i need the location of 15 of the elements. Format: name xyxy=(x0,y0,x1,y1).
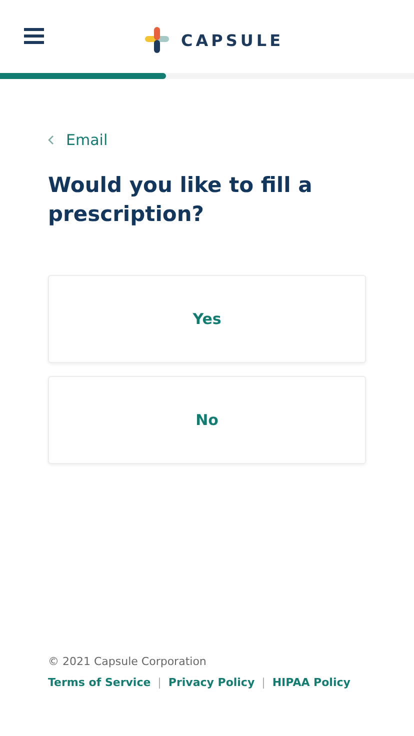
copyright-text: © 2021 Capsule Corporation xyxy=(48,655,208,668)
chevron-left-icon xyxy=(48,135,54,145)
separator: | xyxy=(158,676,162,689)
logo-text: CAPSULE xyxy=(181,30,284,50)
question-heading: Would you like to fill a prescription? xyxy=(48,172,314,228)
menu-icon[interactable] xyxy=(24,28,44,44)
footer-link[interactable]: HIPAA Policy xyxy=(272,676,350,689)
separator: | xyxy=(262,676,266,689)
option-button[interactable]: Yes xyxy=(48,275,366,363)
footer-link[interactable]: Terms of Service xyxy=(48,676,151,689)
footer-link[interactable]: Privacy Policy xyxy=(168,676,255,689)
option-button[interactable]: No xyxy=(48,376,366,464)
logo-icon xyxy=(145,27,169,53)
back-link[interactable]: Email xyxy=(48,131,366,149)
back-link-label[interactable]: Email xyxy=(66,131,108,149)
